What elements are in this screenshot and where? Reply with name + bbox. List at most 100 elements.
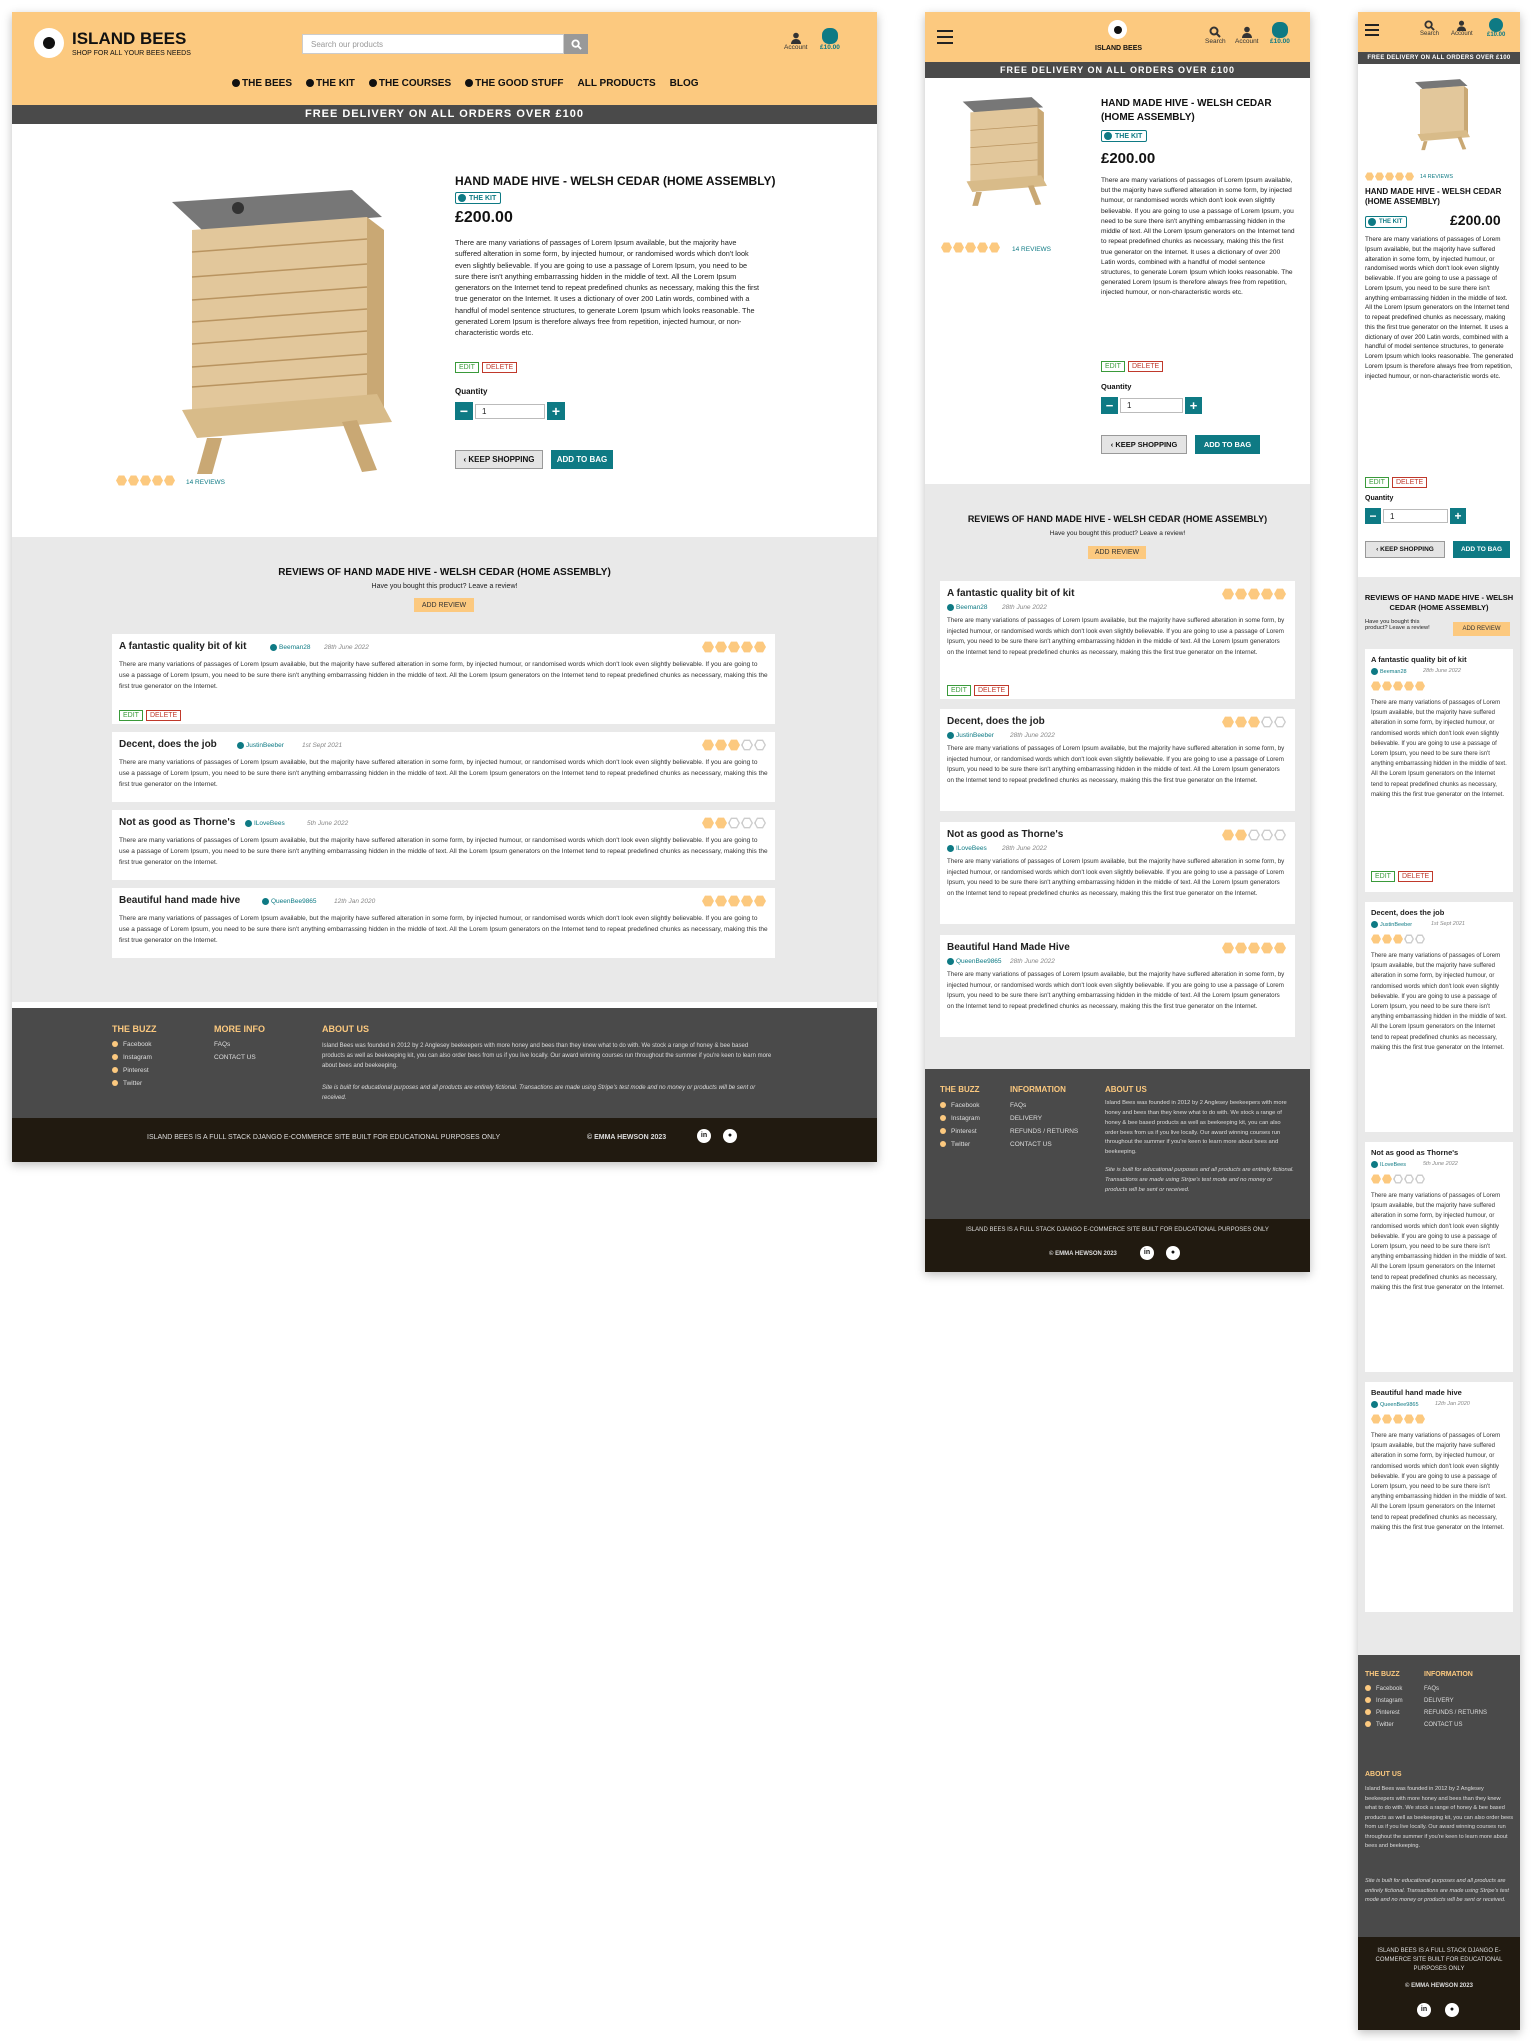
menu-icon[interactable] <box>937 30 953 44</box>
footer-link-delivery[interactable]: DELIVERY <box>1424 1695 1487 1707</box>
footer-link-instagram[interactable]: Instagram <box>1365 1695 1403 1707</box>
delete-review-button[interactable]: DELETE <box>973 685 1010 696</box>
account-link[interactable]: Account <box>1235 26 1259 45</box>
logo-icon[interactable] <box>1108 20 1127 39</box>
quantity-input[interactable]: 1 <box>1383 509 1448 523</box>
add-to-bag-button[interactable]: ADD TO BAG <box>551 450 613 469</box>
delete-review-button[interactable]: DELETE <box>1397 871 1434 882</box>
logo-icon[interactable] <box>34 28 64 58</box>
github-icon[interactable]: ● <box>1166 1246 1180 1260</box>
keep-shopping-button[interactable]: ‹ KEEP SHOPPING <box>455 450 543 469</box>
review-user[interactable]: ILoveBees <box>947 845 987 852</box>
category-badge[interactable]: THE KIT <box>1365 216 1408 228</box>
edit-product-button[interactable]: EDIT <box>1101 361 1125 372</box>
add-review-button[interactable]: ADD REVIEW <box>1088 546 1146 559</box>
quantity-increment-button[interactable]: + <box>547 402 565 420</box>
add-to-bag-button[interactable]: ADD TO BAG <box>1195 435 1260 454</box>
linkedin-icon[interactable]: in <box>697 1129 711 1143</box>
edit-product-button[interactable]: EDIT <box>455 362 479 373</box>
review-user[interactable]: JustinBeeber <box>947 732 994 739</box>
footer-link-contact[interactable]: CONTACT US <box>1424 1719 1487 1731</box>
footer-link-faqs[interactable]: FAQs <box>1010 1099 1078 1112</box>
edit-review-button[interactable]: EDIT <box>947 685 971 696</box>
bag-link[interactable]: £10.00 <box>1270 22 1290 45</box>
delete-product-button[interactable]: DELETE <box>481 362 518 373</box>
edit-product-button[interactable]: EDIT <box>1365 477 1389 488</box>
search-toggle[interactable]: Search <box>1420 20 1439 37</box>
footer-link-twitter[interactable]: Twitter <box>112 1077 152 1090</box>
footer-link-facebook[interactable]: Facebook <box>1365 1683 1403 1695</box>
menu-icon[interactable] <box>1365 24 1379 36</box>
category-badge[interactable]: THE KIT <box>455 192 502 204</box>
footer-link-facebook[interactable]: Facebook <box>112 1038 152 1051</box>
quantity-decrement-button[interactable]: − <box>1365 508 1381 524</box>
keep-shopping-button[interactable]: ‹ KEEP SHOPPING <box>1365 541 1445 558</box>
keep-shopping-button[interactable]: ‹ KEEP SHOPPING <box>1101 435 1187 454</box>
review-user[interactable]: Beeman28 <box>1371 668 1407 675</box>
edit-review-button[interactable]: EDIT <box>119 710 143 721</box>
quantity-input[interactable]: 1 <box>1120 398 1183 413</box>
quantity-increment-button[interactable]: + <box>1185 397 1202 414</box>
footer-bottom-bar: ISLAND BEES IS A FULL STACK DJANGO E-COM… <box>12 1118 877 1162</box>
bag-link[interactable]: £10.00 <box>1487 18 1505 38</box>
bag-link[interactable]: £10.00 <box>820 28 840 51</box>
footer-link-facebook[interactable]: Facebook <box>940 1099 980 1112</box>
github-icon[interactable]: ● <box>1445 2003 1459 2017</box>
review-user[interactable]: Beeman28 <box>270 644 310 651</box>
quantity-increment-button[interactable]: + <box>1450 508 1466 524</box>
review-user[interactable]: ILoveBees <box>1371 1161 1406 1168</box>
nav-blog[interactable]: BLOG <box>670 78 699 89</box>
edit-review-button[interactable]: EDIT <box>1371 871 1395 882</box>
nav-all-products[interactable]: ALL PRODUCTS <box>577 78 655 89</box>
add-to-bag-button[interactable]: ADD TO BAG <box>1453 541 1510 558</box>
footer-link-delivery[interactable]: DELIVERY <box>1010 1112 1078 1125</box>
review-user[interactable]: QueenBee9865 <box>1371 1401 1419 1408</box>
github-icon[interactable]: ● <box>723 1129 737 1143</box>
footer-link-faqs[interactable]: FAQs <box>214 1038 256 1051</box>
review-user[interactable]: JustinBeeber <box>1371 921 1412 928</box>
footer-link-twitter[interactable]: Twitter <box>940 1138 980 1151</box>
linkedin-icon[interactable]: in <box>1417 2003 1431 2017</box>
nav-the-bees[interactable]: THE BEES <box>232 78 292 89</box>
add-review-button[interactable]: ADD REVIEW <box>1453 622 1510 636</box>
footer-link-faqs[interactable]: FAQs <box>1424 1683 1487 1695</box>
footer-link-refunds[interactable]: REFUNDS / RETURNS <box>1424 1707 1487 1719</box>
review-user[interactable]: QueenBee9865 <box>262 898 317 905</box>
quantity-input[interactable]: 1 <box>475 404 545 419</box>
footer-link-pinterest[interactable]: Pinterest <box>940 1125 980 1138</box>
bag-total: £10.00 <box>1270 38 1290 45</box>
quantity-decrement-button[interactable]: − <box>455 402 473 420</box>
account-link[interactable]: Account <box>1451 20 1473 37</box>
add-review-button[interactable]: ADD REVIEW <box>414 598 474 612</box>
review-user[interactable]: ILoveBees <box>245 820 285 827</box>
linkedin-icon[interactable]: in <box>1140 1246 1154 1260</box>
review-user[interactable]: JustinBeeber <box>237 742 284 749</box>
delete-product-button[interactable]: DELETE <box>1391 477 1428 488</box>
footer-link-instagram[interactable]: Instagram <box>940 1112 980 1125</box>
footer-link-contact[interactable]: CONTACT US <box>214 1051 256 1064</box>
reviews-link[interactable]: 14 REVIEWS <box>186 479 225 486</box>
footer-link-pinterest[interactable]: Pinterest <box>112 1064 152 1077</box>
search-toggle[interactable]: Search <box>1205 26 1226 45</box>
footer-link-refunds[interactable]: REFUNDS / RETURNS <box>1010 1125 1078 1138</box>
quantity-decrement-button[interactable]: − <box>1101 397 1118 414</box>
nav-the-good-stuff[interactable]: THE GOOD STUFF <box>465 78 563 89</box>
search-button[interactable] <box>564 34 588 54</box>
footer-link-instagram[interactable]: Instagram <box>112 1051 152 1064</box>
reviews-link[interactable]: 14 REVIEWS <box>1420 174 1453 180</box>
category-badge[interactable]: THE KIT <box>1101 130 1148 142</box>
nav-the-kit[interactable]: THE KIT <box>306 78 355 89</box>
footer-link-pinterest[interactable]: Pinterest <box>1365 1707 1403 1719</box>
nav-the-courses[interactable]: THE COURSES <box>369 78 451 89</box>
delete-review-button[interactable]: DELETE <box>145 710 182 721</box>
brand-name[interactable]: ISLAND BEES <box>1095 45 1142 52</box>
brand-name[interactable]: ISLAND BEES <box>72 29 186 49</box>
search-input[interactable]: Search our products <box>302 34 564 54</box>
account-link[interactable]: Account <box>784 32 808 51</box>
delete-product-button[interactable]: DELETE <box>1127 361 1164 372</box>
review-user[interactable]: QueenBee9865 <box>947 958 1002 965</box>
footer-link-twitter[interactable]: Twitter <box>1365 1719 1403 1731</box>
review-user[interactable]: Beeman28 <box>947 604 987 611</box>
footer-link-contact[interactable]: CONTACT US <box>1010 1138 1078 1151</box>
reviews-link[interactable]: 14 REVIEWS <box>1012 246 1051 253</box>
